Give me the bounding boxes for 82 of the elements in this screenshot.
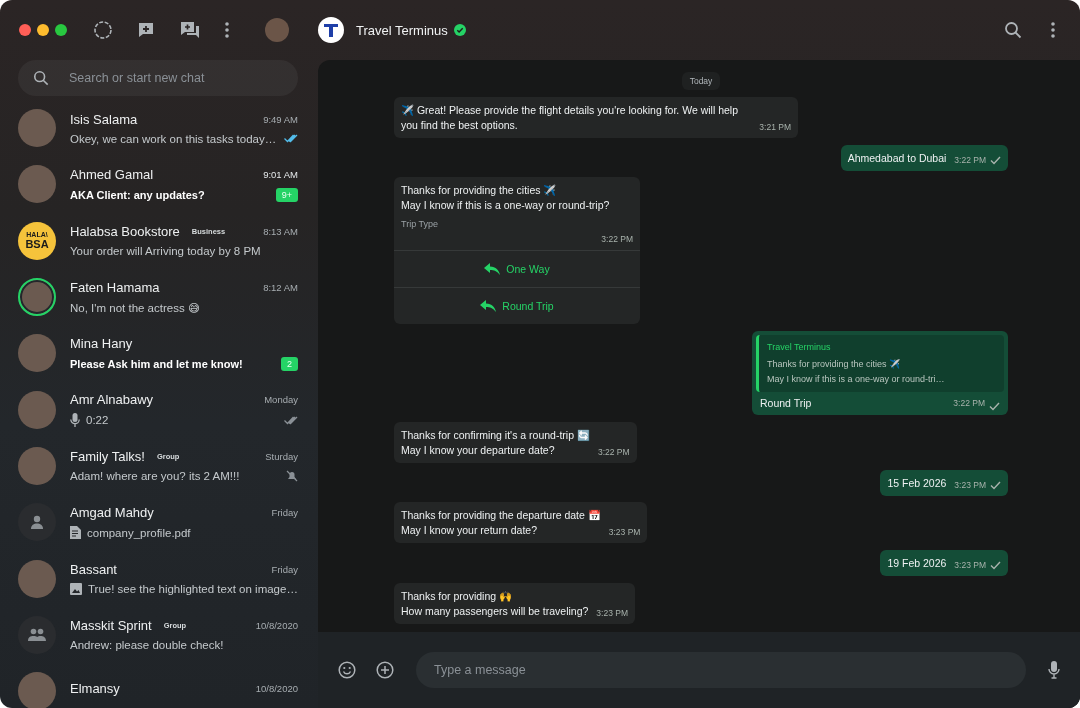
chat-name: Family Talks! — [70, 449, 145, 465]
chat-time: 10/8/2020 — [255, 620, 298, 632]
chat-preview: Please Ask him and let me know! — [70, 357, 243, 370]
chat-name: Isis Salama — [70, 111, 138, 127]
search-icon — [33, 70, 49, 86]
emoji-icon[interactable] — [338, 661, 356, 679]
message-input-field[interactable]: Type a message — [416, 652, 1026, 688]
chat-preview: No, I'm not the actress 😅 — [70, 300, 200, 315]
chat-time: 8:12 AM — [263, 281, 298, 293]
chat-name: Bassant — [70, 562, 117, 577]
quoted-message[interactable]: Travel Terminus Thanks for providing the cities ✈ May I know if this is a one-way or round-tri… — [756, 335, 1004, 393]
chat-preview: Okey, we can work on this tasks today… — [70, 132, 277, 145]
microphone-icon[interactable] — [1048, 661, 1060, 679]
date-chip: Today — [681, 72, 721, 90]
message-text: ✈ Great! Please provide the flight details you're looking for. We will help you find the best options. — [401, 102, 739, 133]
chat-preview: 0:22 — [86, 414, 109, 427]
message-footer: Trip Type — [401, 217, 633, 233]
message-text: Thanks for providing 🙌 How many passengers will be traveling? — [401, 588, 589, 619]
chat-name: Ahmed Gamal — [70, 166, 154, 182]
more-options-icon[interactable] — [224, 21, 230, 39]
chat-preview: Andrew: please double check! — [70, 639, 224, 652]
chat-preview: company_profile.pdf — [87, 526, 191, 539]
person-silhouette-icon — [30, 515, 44, 530]
avatar[interactable] — [18, 278, 56, 317]
message-time: 3:22 PM — [601, 233, 633, 247]
message-time: 3:23 PM — [596, 606, 628, 620]
message-text: 19 Feb 2026 — [887, 556, 947, 572]
quote-text: Thanks for providing the cities ✈ May I know if this is a one-way or round-tri… — [767, 358, 946, 387]
group-silhouette-icon — [28, 628, 46, 642]
message-time: 3:23 PM — [608, 526, 641, 540]
search-icon[interactable] — [1004, 21, 1022, 39]
message-text: Thanks for providing the departure date 📅 May I know your return date? — [401, 508, 601, 539]
message-time: 3:22 PM — [954, 153, 986, 167]
status-ring-icon[interactable] — [93, 20, 113, 40]
reply-arrow-icon — [484, 263, 501, 276]
chat-time: Monday — [264, 394, 298, 406]
quick-reply-button[interactable]: Round Trip — [394, 287, 640, 325]
message-text: Ahmedabad to Dubai — [847, 150, 947, 166]
quick-reply-button[interactable]: One Way — [394, 250, 640, 288]
message-text: Thanks for providing the cities ✈ May I know if this is a one-way or round-trip? — [401, 183, 611, 214]
more-options-icon[interactable] — [1050, 21, 1056, 39]
chat-name: Masskit Sprint — [70, 618, 152, 634]
chat-name: Faten Hamama — [70, 279, 160, 295]
quote-author: Travel Terminus — [767, 341, 832, 355]
close-window-icon[interactable] — [19, 24, 31, 36]
logo-text: BSA — [25, 238, 49, 251]
chat-preview: AKA Client: any updates? — [70, 188, 205, 201]
chat-name: Amr Alnabawy — [70, 392, 154, 408]
message-time: 3:23 PM — [954, 559, 986, 573]
message-time: 3:23 PM — [954, 478, 986, 492]
chat-name: Amgad Mahdy — [70, 505, 154, 521]
chat-time: 8:13 AM — [263, 226, 298, 238]
message-text: Thanks for confirming it's a round-trip 🔄 May I know your departure date? — [401, 427, 590, 458]
maximize-window-icon[interactable] — [55, 24, 67, 36]
unread-count: 2 — [281, 356, 298, 371]
message-text: Round Trip — [760, 396, 812, 412]
attach-plus-icon[interactable] — [376, 661, 394, 679]
message-time: 3:22 PM — [597, 445, 630, 459]
chat-time: Sturday — [265, 451, 298, 463]
unread-count: 9+ — [275, 187, 298, 202]
chat-time: Friday — [271, 564, 298, 575]
message-time: 3:21 PM — [759, 120, 791, 134]
chat-time: Friday — [271, 507, 298, 519]
chat-preview: True! see the highlighted text on image… — [88, 583, 298, 595]
chat-name: Elmansy — [70, 680, 120, 696]
message-text: 15 Feb 2026 — [887, 475, 947, 491]
reply-arrow-icon — [480, 300, 497, 313]
chat-preview: Adam! where are you? its 2 AM!!! — [70, 470, 240, 483]
chat-name: Halabsa Bookstore — [70, 224, 180, 240]
avatar[interactable] — [18, 615, 56, 654]
chat-time: 10/8/2020 — [255, 682, 298, 694]
contact-name[interactable]: Travel Terminus — [356, 22, 448, 38]
avatar[interactable] — [18, 503, 56, 542]
new-chat-icon[interactable] — [136, 20, 156, 40]
chat-time: 9:49 AM — [263, 113, 298, 125]
message-time: 3:22 PM — [953, 397, 985, 411]
minimize-window-icon[interactable] — [37, 24, 49, 36]
chat-name: Mina Hany — [70, 335, 133, 351]
chat-time: 9:01 AM — [263, 168, 298, 180]
chat-preview: Your order will Arriving today by 8 PM — [70, 245, 261, 258]
community-icon[interactable] — [179, 20, 201, 40]
contact-logo-icon[interactable] — [318, 17, 344, 43]
